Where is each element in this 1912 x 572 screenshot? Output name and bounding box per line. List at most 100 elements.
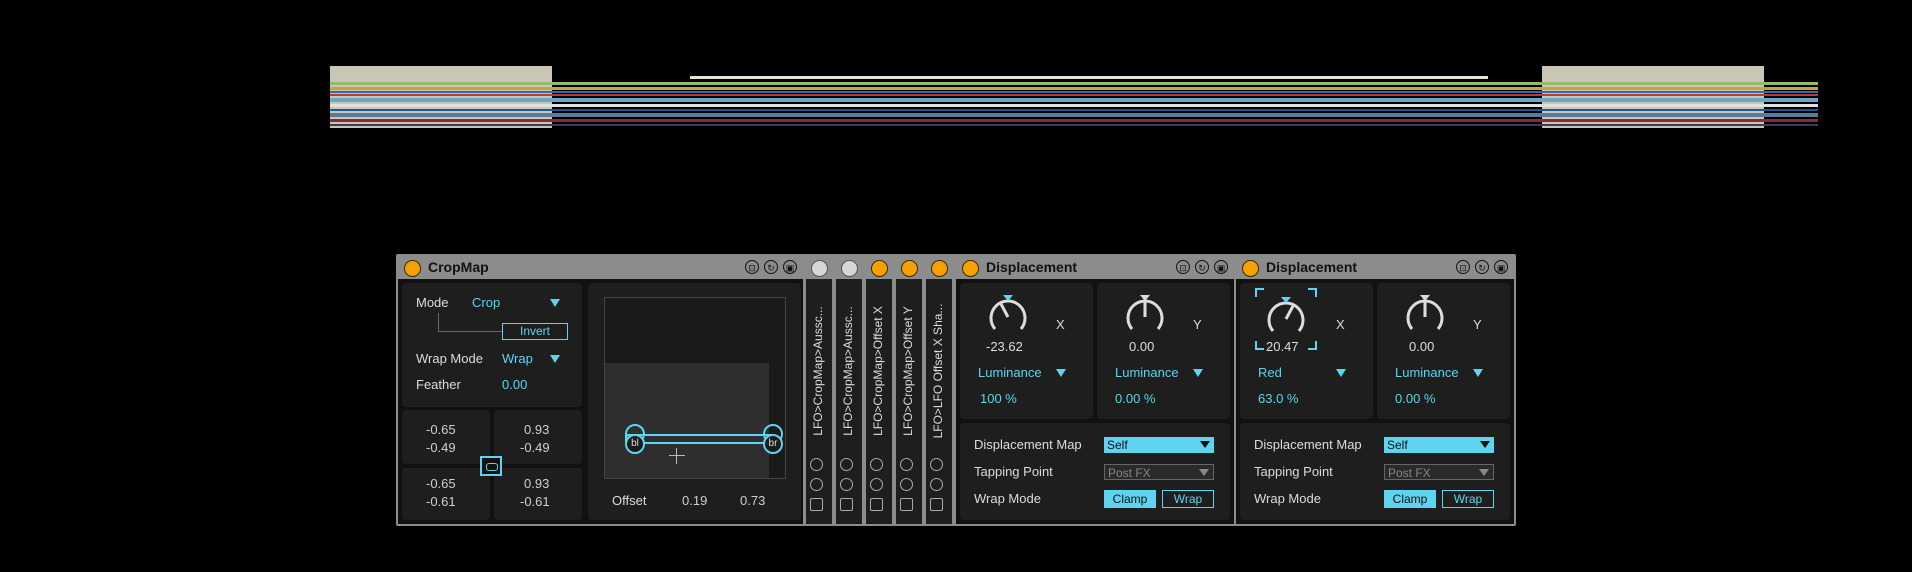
lfo-2-title: LFO>CropMap>Aussc... [841, 305, 855, 436]
wrap-button[interactable]: Wrap [1442, 490, 1494, 508]
link-icon[interactable] [480, 456, 502, 476]
offset-label: Offset [612, 493, 647, 508]
y-amount-knob[interactable] [1403, 295, 1447, 339]
chevron-down-icon[interactable] [550, 355, 560, 363]
displacement-1-power-toggle[interactable] [962, 260, 979, 277]
displacement-device-1: Displacement ⊡ ↻ ▣ X -23.62 Luminance 10… [956, 256, 1234, 524]
wrap-mode-select[interactable]: Wrap [502, 351, 533, 366]
y-amount-value[interactable]: 0.00 % [1115, 391, 1155, 406]
map-icon[interactable]: ⊡ [1176, 260, 1190, 274]
chevron-down-icon[interactable] [1473, 369, 1483, 377]
x-amount-value[interactable]: 63.0 % [1258, 391, 1298, 406]
displacement-map-select[interactable]: Self [1384, 437, 1494, 453]
save-icon[interactable] [930, 498, 943, 511]
displacement-1-settings-panel: Displacement Map Self Tapping Point Post… [960, 423, 1230, 520]
lfo-2-power-toggle[interactable] [841, 260, 858, 277]
map-icon[interactable] [840, 458, 853, 471]
map-icon[interactable] [810, 458, 823, 471]
refresh-icon[interactable] [870, 478, 883, 491]
chevron-down-icon[interactable] [1193, 369, 1203, 377]
chevron-down-icon[interactable] [550, 299, 560, 307]
displacement-map-label: Displacement Map [1254, 437, 1362, 452]
refresh-icon[interactable] [900, 478, 913, 491]
mode-select[interactable]: Crop [472, 295, 500, 310]
displacement-device-2: Displacement ⊡ ↻ ▣ X 20.47 Red 63.0 % Y … [1236, 256, 1514, 524]
save-icon[interactable] [840, 498, 853, 511]
handle-bl[interactable]: bl [625, 424, 647, 456]
refresh-icon[interactable]: ↻ [1195, 260, 1209, 274]
map-icon[interactable] [900, 458, 913, 471]
lfo-5-power-toggle[interactable] [931, 260, 948, 277]
save-icon[interactable] [870, 498, 883, 511]
crop-area-canvas[interactable]: bl br [604, 297, 786, 479]
y-source-select[interactable]: Luminance [1115, 365, 1179, 380]
clamp-button[interactable]: Clamp [1384, 490, 1436, 508]
wrap-button[interactable]: Wrap [1162, 490, 1214, 508]
top-right-x[interactable]: 0.93 [524, 422, 549, 437]
lfo-4-power-toggle[interactable] [901, 260, 918, 277]
x-label: X [1336, 317, 1345, 332]
map-icon[interactable]: ⊡ [1456, 260, 1470, 274]
x-source-select[interactable]: Luminance [978, 365, 1042, 380]
save-icon[interactable]: ▣ [1214, 260, 1228, 274]
displacement-2-settings-panel: Displacement Map Self Tapping Point Post… [1240, 423, 1510, 520]
bottom-right-x[interactable]: 0.93 [524, 476, 549, 491]
top-right-y[interactable]: -0.49 [520, 440, 550, 455]
refresh-icon[interactable] [930, 478, 943, 491]
lfo-device-3: LFO>CropMap>Offset X [866, 256, 892, 524]
wrap-mode-label: Wrap Mode [974, 491, 1041, 506]
invert-button[interactable]: Invert [502, 323, 568, 340]
save-icon[interactable] [810, 498, 823, 511]
feather-label: Feather [416, 377, 461, 392]
chevron-down-icon[interactable] [1336, 369, 1346, 377]
wrap-mode-label: Wrap Mode [416, 351, 483, 366]
refresh-icon[interactable]: ↻ [764, 260, 778, 274]
refresh-icon[interactable]: ↻ [1475, 260, 1489, 274]
x-amount-knob[interactable] [986, 295, 1030, 339]
y-source-select[interactable]: Luminance [1395, 365, 1459, 380]
bottom-right-y[interactable]: -0.61 [520, 494, 550, 509]
feather-value[interactable]: 0.00 [502, 377, 527, 392]
refresh-icon[interactable] [810, 478, 823, 491]
y-amount-knob[interactable] [1123, 295, 1167, 339]
y-value[interactable]: 0.00 [1409, 339, 1434, 354]
y-value[interactable]: 0.00 [1129, 339, 1154, 354]
chevron-down-icon[interactable] [1056, 369, 1066, 377]
lfo-device-5: LFO>LFO Offset X Sha... [926, 256, 952, 524]
top-left-x[interactable]: -0.65 [426, 422, 456, 437]
displacement-map-select[interactable]: Self [1104, 437, 1214, 453]
device-chain: CropMap ⊡ ↻ ▣ Mode Crop Invert Wrap Mode… [396, 254, 1516, 526]
top-left-y[interactable]: -0.49 [426, 440, 456, 455]
map-icon[interactable] [870, 458, 883, 471]
crosshair-icon [669, 448, 685, 464]
clamp-button[interactable]: Clamp [1104, 490, 1156, 508]
refresh-icon[interactable] [840, 478, 853, 491]
y-label: Y [1193, 317, 1202, 332]
cropmap-power-toggle[interactable] [404, 260, 421, 277]
y-amount-value[interactable]: 0.00 % [1395, 391, 1435, 406]
lfo-1-power-toggle[interactable] [811, 260, 828, 277]
bottom-left-y[interactable]: -0.61 [426, 494, 456, 509]
save-icon[interactable] [900, 498, 913, 511]
y-label: Y [1473, 317, 1482, 332]
x-amount-value[interactable]: 100 % [980, 391, 1017, 406]
bottom-left-x[interactable]: -0.65 [426, 476, 456, 491]
cropmap-title-bar: CropMap ⊡ ↻ ▣ [398, 256, 803, 279]
save-icon[interactable]: ▣ [1494, 260, 1508, 274]
lfo-3-power-toggle[interactable] [871, 260, 888, 277]
offset-y-value[interactable]: 0.73 [740, 493, 765, 508]
x-value[interactable]: 20.47 [1266, 339, 1299, 354]
x-source-select[interactable]: Red [1258, 365, 1282, 380]
displacement-2-power-toggle[interactable] [1242, 260, 1259, 277]
tapping-point-select[interactable]: Post FX [1104, 464, 1214, 480]
crop-settings-panel: Mode Crop Invert Wrap Mode Wrap Feather … [402, 283, 582, 407]
lfo-device-1: LFO>CropMap>Aussc... [806, 256, 832, 524]
save-icon[interactable]: ▣ [783, 260, 797, 274]
x-value[interactable]: -23.62 [986, 339, 1023, 354]
x-label: X [1056, 317, 1065, 332]
map-icon[interactable] [930, 458, 943, 471]
offset-x-value[interactable]: 0.19 [682, 493, 707, 508]
tapping-point-select[interactable]: Post FX [1384, 464, 1494, 480]
handle-br[interactable]: br [763, 424, 785, 456]
map-icon[interactable]: ⊡ [745, 260, 759, 274]
